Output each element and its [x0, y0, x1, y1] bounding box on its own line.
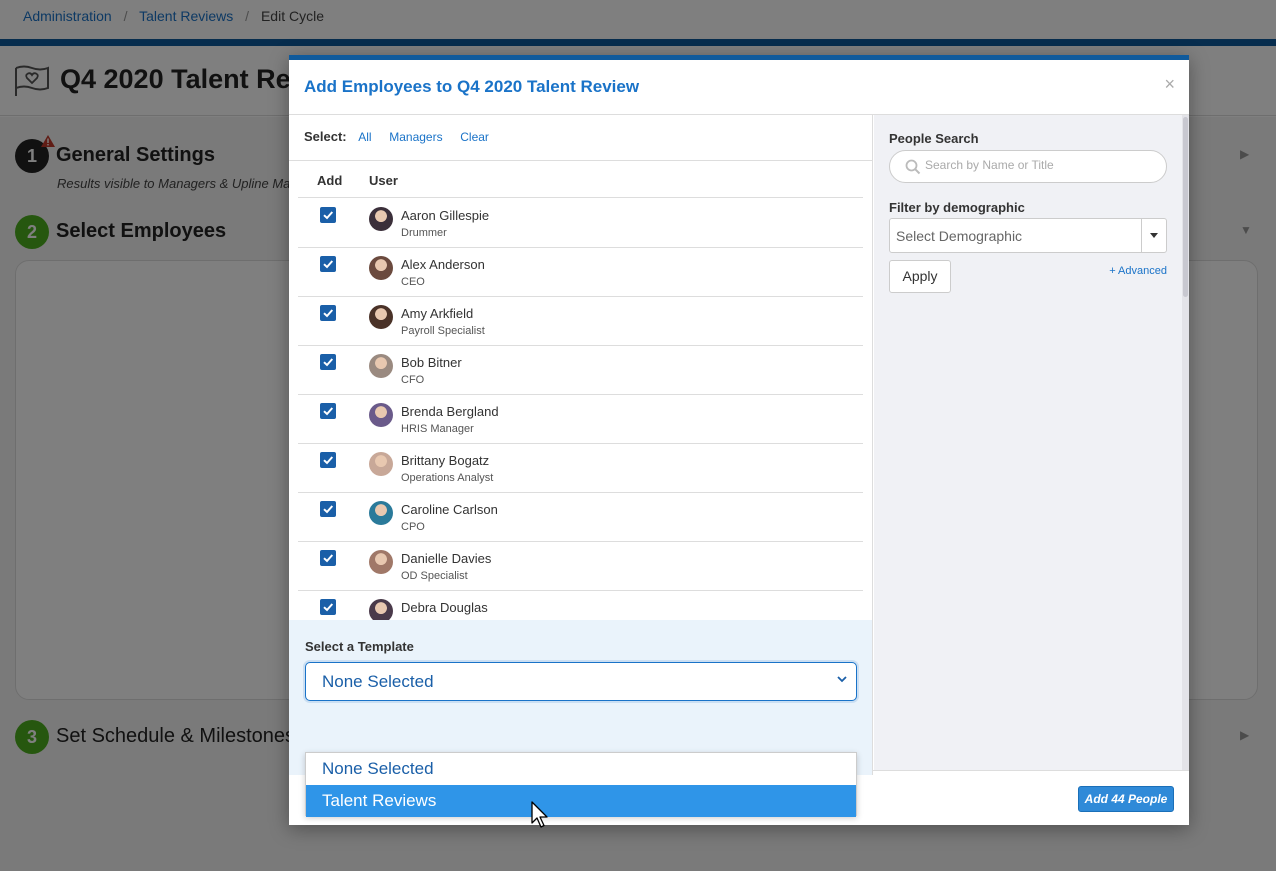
- chevron-down-icon: [837, 676, 847, 683]
- add-checkbox[interactable]: [320, 501, 336, 517]
- template-selected-value: None Selected: [322, 672, 434, 691]
- people-search-label: People Search: [889, 131, 979, 146]
- avatar: [369, 354, 393, 378]
- table-row[interactable]: Danielle Davies OD Specialist: [298, 542, 863, 591]
- demographic-placeholder: Select Demographic: [896, 228, 1023, 244]
- user-title: CFO: [401, 374, 425, 386]
- search-icon: [905, 159, 921, 175]
- mouse-pointer-icon: [531, 801, 548, 828]
- user-name: Debra Douglas: [401, 600, 488, 615]
- template-select[interactable]: None Selected: [305, 662, 857, 701]
- add-checkbox[interactable]: [320, 550, 336, 566]
- apply-button[interactable]: Apply: [889, 260, 951, 293]
- user-title: Operations Analyst: [401, 472, 494, 484]
- scrollbar[interactable]: [1182, 115, 1189, 770]
- filter-pane: People Search Filter by demographic Sele…: [874, 115, 1189, 770]
- user-name: Brenda Bergland: [401, 404, 499, 419]
- template-dropdown-menu: None Selected Talent Reviews: [305, 752, 857, 817]
- table-row[interactable]: Alex Anderson CEO: [298, 248, 863, 297]
- add-people-button[interactable]: Add 44 People: [1078, 786, 1174, 812]
- user-title: CEO: [401, 276, 425, 288]
- avatar: [369, 452, 393, 476]
- select-managers-link[interactable]: Managers: [389, 130, 442, 144]
- template-label: Select a Template: [305, 639, 414, 654]
- user-title: OD Specialist: [401, 570, 468, 582]
- scrollbar-thumb[interactable]: [1183, 117, 1188, 297]
- avatar: [369, 305, 393, 329]
- user-title: Payroll Specialist: [401, 325, 485, 337]
- avatar: [369, 403, 393, 427]
- user-title: Drummer: [401, 227, 447, 239]
- column-header-add: Add: [317, 173, 343, 188]
- add-checkbox[interactable]: [320, 207, 336, 223]
- demographic-dropdown-toggle[interactable]: [1141, 219, 1166, 252]
- user-name: Brittany Bogatz: [401, 453, 490, 468]
- user-title: HRIS Manager: [401, 423, 474, 435]
- close-icon[interactable]: ×: [1164, 74, 1175, 95]
- avatar: [369, 256, 393, 280]
- table-row[interactable]: Aaron Gillespie Drummer: [298, 199, 863, 248]
- avatar: [369, 501, 393, 525]
- template-option-none[interactable]: None Selected: [306, 753, 856, 785]
- add-checkbox[interactable]: [320, 256, 336, 272]
- select-label: Select:: [304, 129, 347, 144]
- advanced-filter-link[interactable]: + Advanced: [1109, 265, 1167, 277]
- filter-label: Filter by demographic: [889, 200, 1025, 215]
- modal-header: Add Employees to Q4 2020 Talent Review ×: [289, 60, 1189, 115]
- employee-list[interactable]: Aaron Gillespie Drummer Alex Anderson CEO Am…: [298, 199, 863, 675]
- demographic-select[interactable]: Select Demographic: [889, 218, 1167, 253]
- table-row[interactable]: Amy Arkfield Payroll Specialist: [298, 297, 863, 346]
- avatar: [369, 550, 393, 574]
- add-checkbox[interactable]: [320, 305, 336, 321]
- table-row[interactable]: Brenda Bergland HRIS Manager: [298, 395, 863, 444]
- modal-title: Add Employees to Q4 2020 Talent Review: [304, 77, 640, 96]
- user-name: Danielle Davies: [401, 551, 492, 566]
- avatar: [369, 207, 393, 231]
- column-header-user: User: [369, 173, 398, 188]
- people-search-box[interactable]: [889, 150, 1167, 183]
- table-row[interactable]: Bob Bitner CFO: [298, 346, 863, 395]
- list-header: Add User: [298, 161, 863, 198]
- people-search-input[interactable]: [925, 158, 1155, 172]
- user-name: Bob Bitner: [401, 355, 462, 370]
- user-name: Caroline Carlson: [401, 502, 498, 517]
- caret-down-icon: [1150, 233, 1158, 238]
- modal-footer: Add 44 People: [873, 770, 1189, 825]
- select-all-link[interactable]: All: [358, 130, 371, 144]
- table-row[interactable]: Caroline Carlson CPO: [298, 493, 863, 542]
- add-employees-modal: Add Employees to Q4 2020 Talent Review ×…: [289, 55, 1189, 825]
- user-title: CPO: [401, 521, 425, 533]
- user-name: Alex Anderson: [401, 257, 485, 272]
- add-checkbox[interactable]: [320, 403, 336, 419]
- table-row[interactable]: Brittany Bogatz Operations Analyst: [298, 444, 863, 493]
- add-checkbox[interactable]: [320, 452, 336, 468]
- add-checkbox[interactable]: [320, 354, 336, 370]
- select-clear-link[interactable]: Clear: [460, 130, 489, 144]
- user-name: Amy Arkfield: [401, 306, 474, 321]
- select-controls: Select: All Managers Clear: [304, 129, 503, 144]
- template-option-talent-reviews[interactable]: Talent Reviews: [306, 785, 856, 817]
- add-checkbox[interactable]: [320, 599, 336, 615]
- user-name: Aaron Gillespie: [401, 208, 490, 223]
